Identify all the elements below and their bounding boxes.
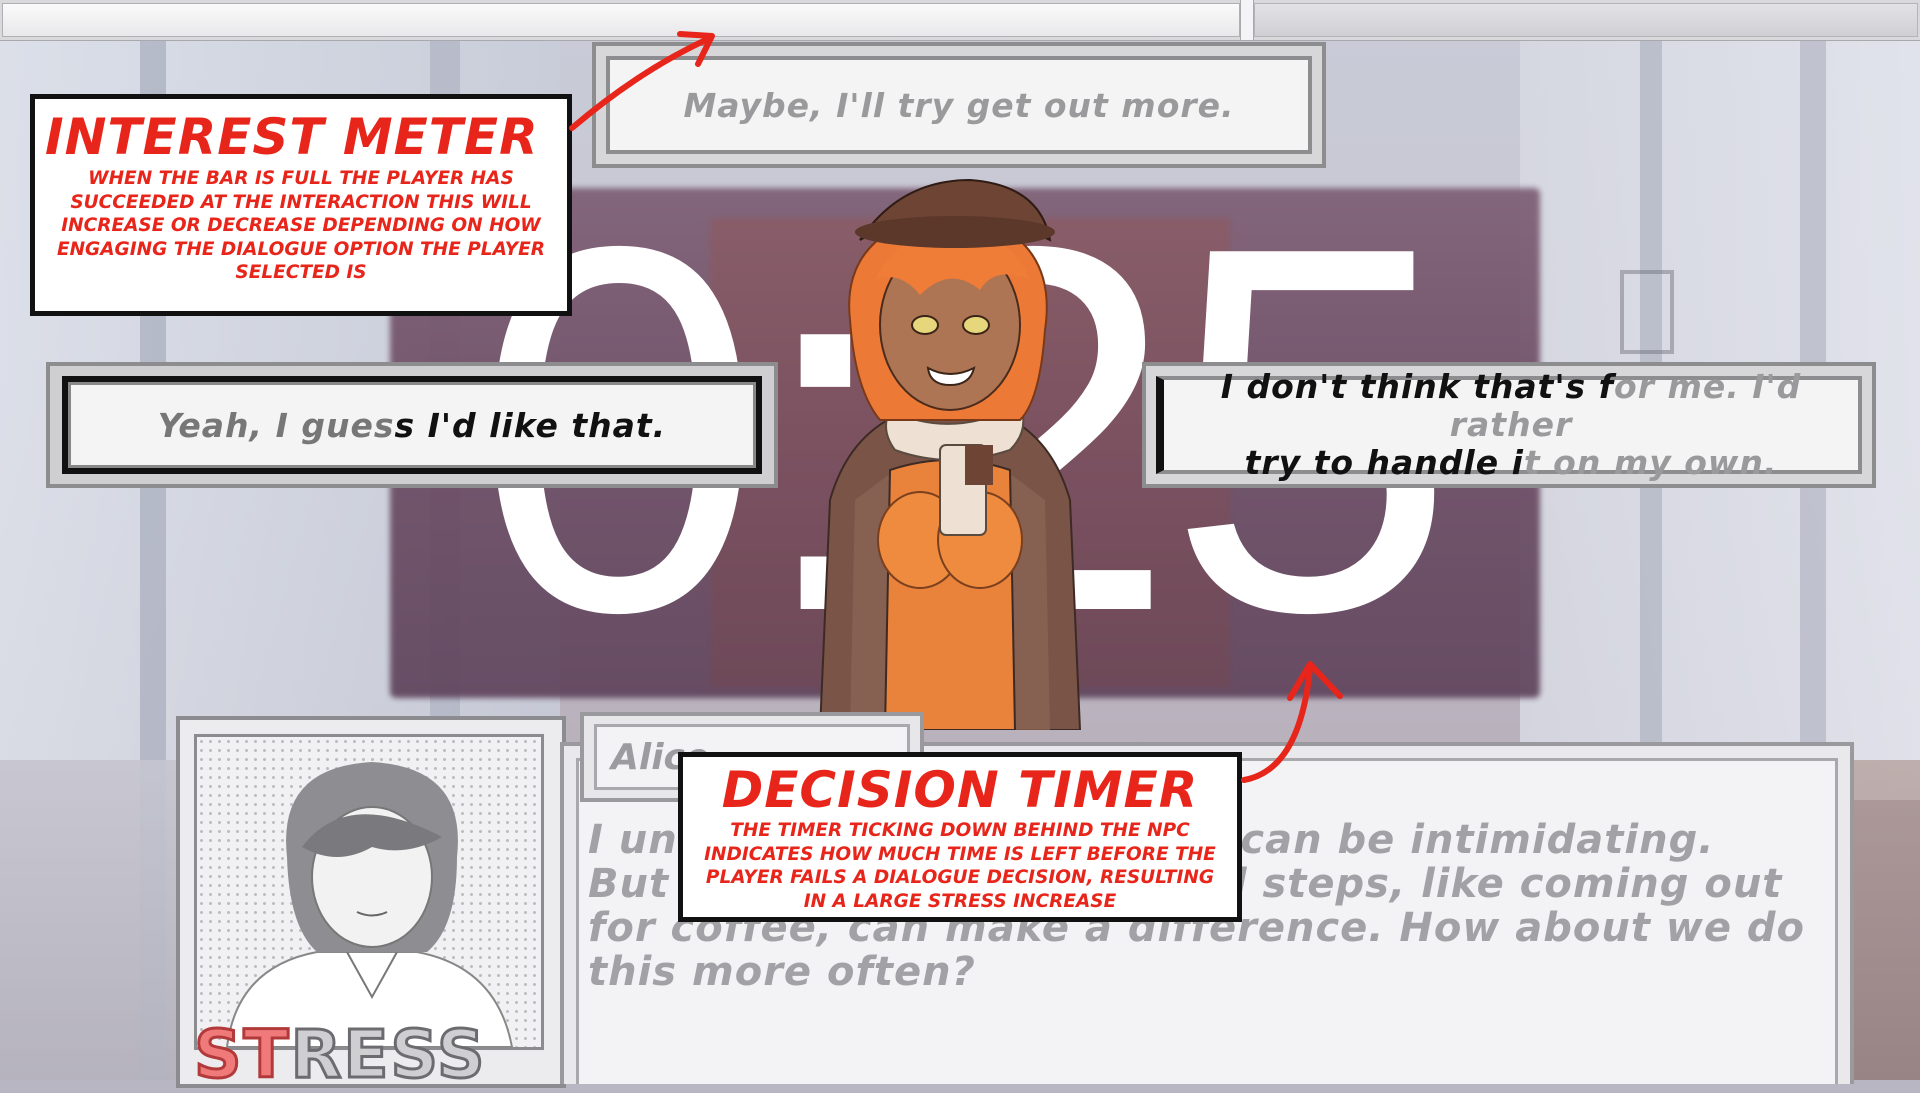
dialogue-option-right[interactable]: I don't think that's for me. I'd rather …	[1142, 362, 1876, 488]
decision-timer-callout: DECISION TIMER THE TIMER TICKING DOWN BE…	[678, 752, 1242, 922]
npc-character	[818, 178, 1082, 730]
player-avatar	[225, 762, 514, 1047]
dialogue-option-left[interactable]: Yeah, I guess I'd like that.	[46, 362, 778, 488]
dialogue-option-top-text: Maybe, I'll try get out more.	[683, 85, 1235, 125]
dialogue-option-top[interactable]: Maybe, I'll try get out more.	[592, 42, 1326, 168]
hanging-lamp-icon	[1620, 270, 1674, 354]
interest-meter	[0, 0, 1920, 41]
interest-meter-empty	[1254, 3, 1918, 37]
interest-meter-callout-title: INTEREST METER	[45, 108, 539, 166]
dialogue-option-right-line1: I don't think that's for me. I'd rather	[1220, 367, 1802, 444]
interest-meter-fill	[2, 3, 1240, 37]
dialogue-option-left-text: Yeah, I guess I'd like that.	[157, 405, 667, 445]
stress-label: STRESS	[193, 1015, 487, 1093]
interest-meter-threshold	[1240, 0, 1254, 40]
player-portrait-frame: STRESS	[176, 716, 566, 1093]
dialogue-option-right-line2: try to handle it on my own.	[1244, 443, 1778, 482]
interest-meter-callout: INTEREST METER WHEN THE BAR IS FULL THE …	[30, 94, 572, 316]
decision-timer-callout-desc: THE TIMER TICKING DOWN BEHIND THE NPC IN…	[704, 820, 1216, 912]
decision-timer-callout-title: DECISION TIMER	[721, 761, 1199, 819]
interest-meter-callout-desc: WHEN THE BAR IS FULL THE PLAYER HAS SUCC…	[56, 168, 546, 283]
player-portrait	[194, 734, 544, 1050]
